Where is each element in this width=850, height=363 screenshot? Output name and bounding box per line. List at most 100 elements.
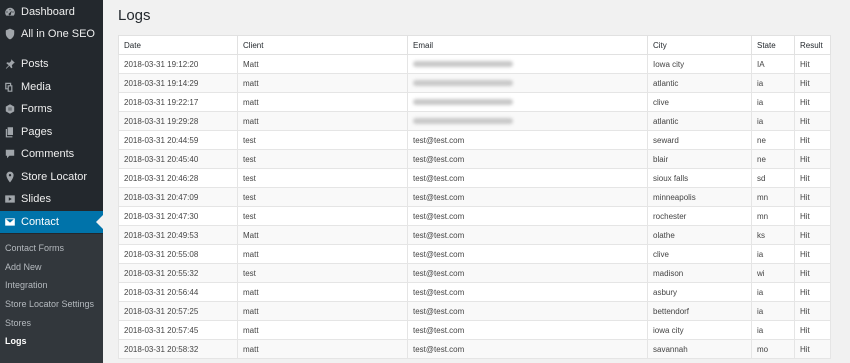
cell-email: test@test.com	[407, 168, 648, 188]
cell-city: clive	[647, 92, 752, 112]
sidebar-item-dashboard[interactable]: Dashboard	[0, 1, 103, 23]
cell-result: Hit	[794, 320, 831, 340]
submenu-item-add-new[interactable]: Add New	[5, 261, 42, 273]
cell-city: savannah	[647, 339, 752, 359]
sidebar-item-label: Contact	[21, 216, 59, 228]
cell-date: 2018-03-31 20:58:32	[118, 339, 238, 359]
cell-email: test@test.com	[407, 149, 648, 169]
cell-state: mn	[751, 206, 795, 226]
cell-result: Hit	[794, 54, 831, 74]
submenu-item-contact-forms[interactable]: Contact Forms	[5, 242, 64, 254]
cell-client: matt	[237, 244, 408, 264]
table-row: 2018-03-31 20:47:09 test test@test.com minn…	[118, 187, 831, 207]
table-row: 2018-03-31 20:56:44 matt test@test.com asbu…	[118, 282, 831, 302]
cell-client: test	[237, 149, 408, 169]
column-header-state: State	[751, 35, 795, 55]
cell-date: 2018-03-31 20:55:08	[118, 244, 238, 264]
cell-email: test@test.com	[407, 282, 648, 302]
sidebar-item-comments[interactable]: Comments	[0, 143, 103, 165]
cell-date: 2018-03-31 19:22:17	[118, 92, 238, 112]
sidebar-item-store-locator[interactable]: Store Locator	[0, 166, 103, 188]
cell-state: wi	[751, 263, 795, 283]
cell-result: Hit	[794, 206, 831, 226]
cell-email	[407, 111, 648, 131]
submenu-item-logs[interactable]: Logs	[5, 335, 27, 347]
column-header-email: Email	[407, 35, 648, 55]
cell-client: matt	[237, 92, 408, 112]
submenu-item-integration[interactable]: Integration	[5, 279, 48, 291]
cell-date: 2018-03-31 20:45:40	[118, 149, 238, 169]
cell-email: test@test.com	[407, 244, 648, 264]
sidebar-item-slides[interactable]: Slides	[0, 188, 103, 210]
sidebar-item-contact[interactable]: Contact	[0, 211, 103, 233]
cell-result: Hit	[794, 130, 831, 150]
cell-result: Hit	[794, 225, 831, 245]
cell-state: ne	[751, 149, 795, 169]
cell-date: 2018-03-31 19:29:28	[118, 111, 238, 131]
active-menu-arrow	[96, 215, 103, 229]
cell-state: ks	[751, 225, 795, 245]
cell-date: 2018-03-31 20:55:32	[118, 263, 238, 283]
cell-client: matt	[237, 111, 408, 131]
sidebar-item-label: Forms	[21, 103, 53, 115]
cell-client: matt	[237, 339, 408, 359]
sidebar-item-forms[interactable]: Forms	[0, 98, 103, 120]
sidebar-item-all-in-one-seo[interactable]: All in One SEO	[0, 23, 103, 45]
cell-result: Hit	[794, 263, 831, 283]
cell-state: sd	[751, 168, 795, 188]
cell-city: rochester	[647, 206, 752, 226]
cell-result: Hit	[794, 339, 831, 359]
cell-date: 2018-03-31 20:57:25	[118, 301, 238, 321]
cell-city: iowa city	[647, 320, 752, 340]
media-icon	[4, 81, 16, 93]
cell-email: test@test.com	[407, 320, 648, 340]
location-icon	[4, 171, 16, 183]
cell-client: matt	[237, 73, 408, 93]
logs-table-body: 2018-03-31 19:12:20 Matt Iowa city IA Hit 201…	[118, 54, 831, 359]
table-row: 2018-03-31 20:47:30 test test@test.com roch…	[118, 206, 831, 226]
cell-state: mo	[751, 339, 795, 359]
table-row: 2018-03-31 20:55:32 test test@test.com madi…	[118, 263, 831, 283]
sidebar-item-pages[interactable]: Pages	[0, 121, 103, 143]
table-row: 2018-03-31 19:14:29 matt atlantic ia Hit	[118, 73, 831, 93]
cell-result: Hit	[794, 111, 831, 131]
sidebar-item-label: Media	[21, 81, 51, 93]
cell-date: 2018-03-31 20:49:53	[118, 225, 238, 245]
column-header-city: City	[647, 35, 752, 55]
column-header-date: Date	[118, 35, 238, 55]
submenu-item-store-locator-settings[interactable]: Store Locator Settings	[5, 298, 94, 310]
submenu-item-stores[interactable]: Stores	[5, 317, 31, 329]
cell-date: 2018-03-31 20:57:45	[118, 320, 238, 340]
admin-sidebar: Dashboard All in One SEO Posts Media For…	[0, 0, 103, 363]
cell-state: ia	[751, 320, 795, 340]
cell-client: test	[237, 263, 408, 283]
cell-result: Hit	[794, 92, 831, 112]
shield-icon	[4, 28, 16, 40]
cell-email	[407, 73, 648, 93]
cell-client: test	[237, 168, 408, 188]
sidebar-item-label: All in One SEO	[21, 28, 95, 40]
cell-result: Hit	[794, 73, 831, 93]
cell-city: minneapolis	[647, 187, 752, 207]
cell-email	[407, 92, 648, 112]
cell-city: clive	[647, 244, 752, 264]
cell-client: matt	[237, 320, 408, 340]
cell-result: Hit	[794, 282, 831, 302]
redacted-email	[413, 61, 513, 68]
table-header-row: Date Client Email City State Result	[118, 35, 831, 55]
cell-client: Matt	[237, 225, 408, 245]
sidebar-item-media[interactable]: Media	[0, 76, 103, 98]
cell-city: bettendorf	[647, 301, 752, 321]
cell-city: madison	[647, 263, 752, 283]
cell-city: atlantic	[647, 111, 752, 131]
cell-date: 2018-03-31 20:46:28	[118, 168, 238, 188]
logs-table: Date Client Email City State Result 2018…	[118, 35, 831, 359]
table-row: 2018-03-31 20:55:08 matt test@test.com cliv…	[118, 244, 831, 264]
cell-result: Hit	[794, 244, 831, 264]
cell-city: seward	[647, 130, 752, 150]
cell-date: 2018-03-31 19:12:20	[118, 54, 238, 74]
table-row: 2018-03-31 20:57:45 matt test@test.com iowa…	[118, 320, 831, 340]
cell-city: sioux falls	[647, 168, 752, 188]
sidebar-item-posts[interactable]: Posts	[0, 53, 103, 75]
table-row: 2018-03-31 20:44:59 test test@test.com sewa…	[118, 130, 831, 150]
